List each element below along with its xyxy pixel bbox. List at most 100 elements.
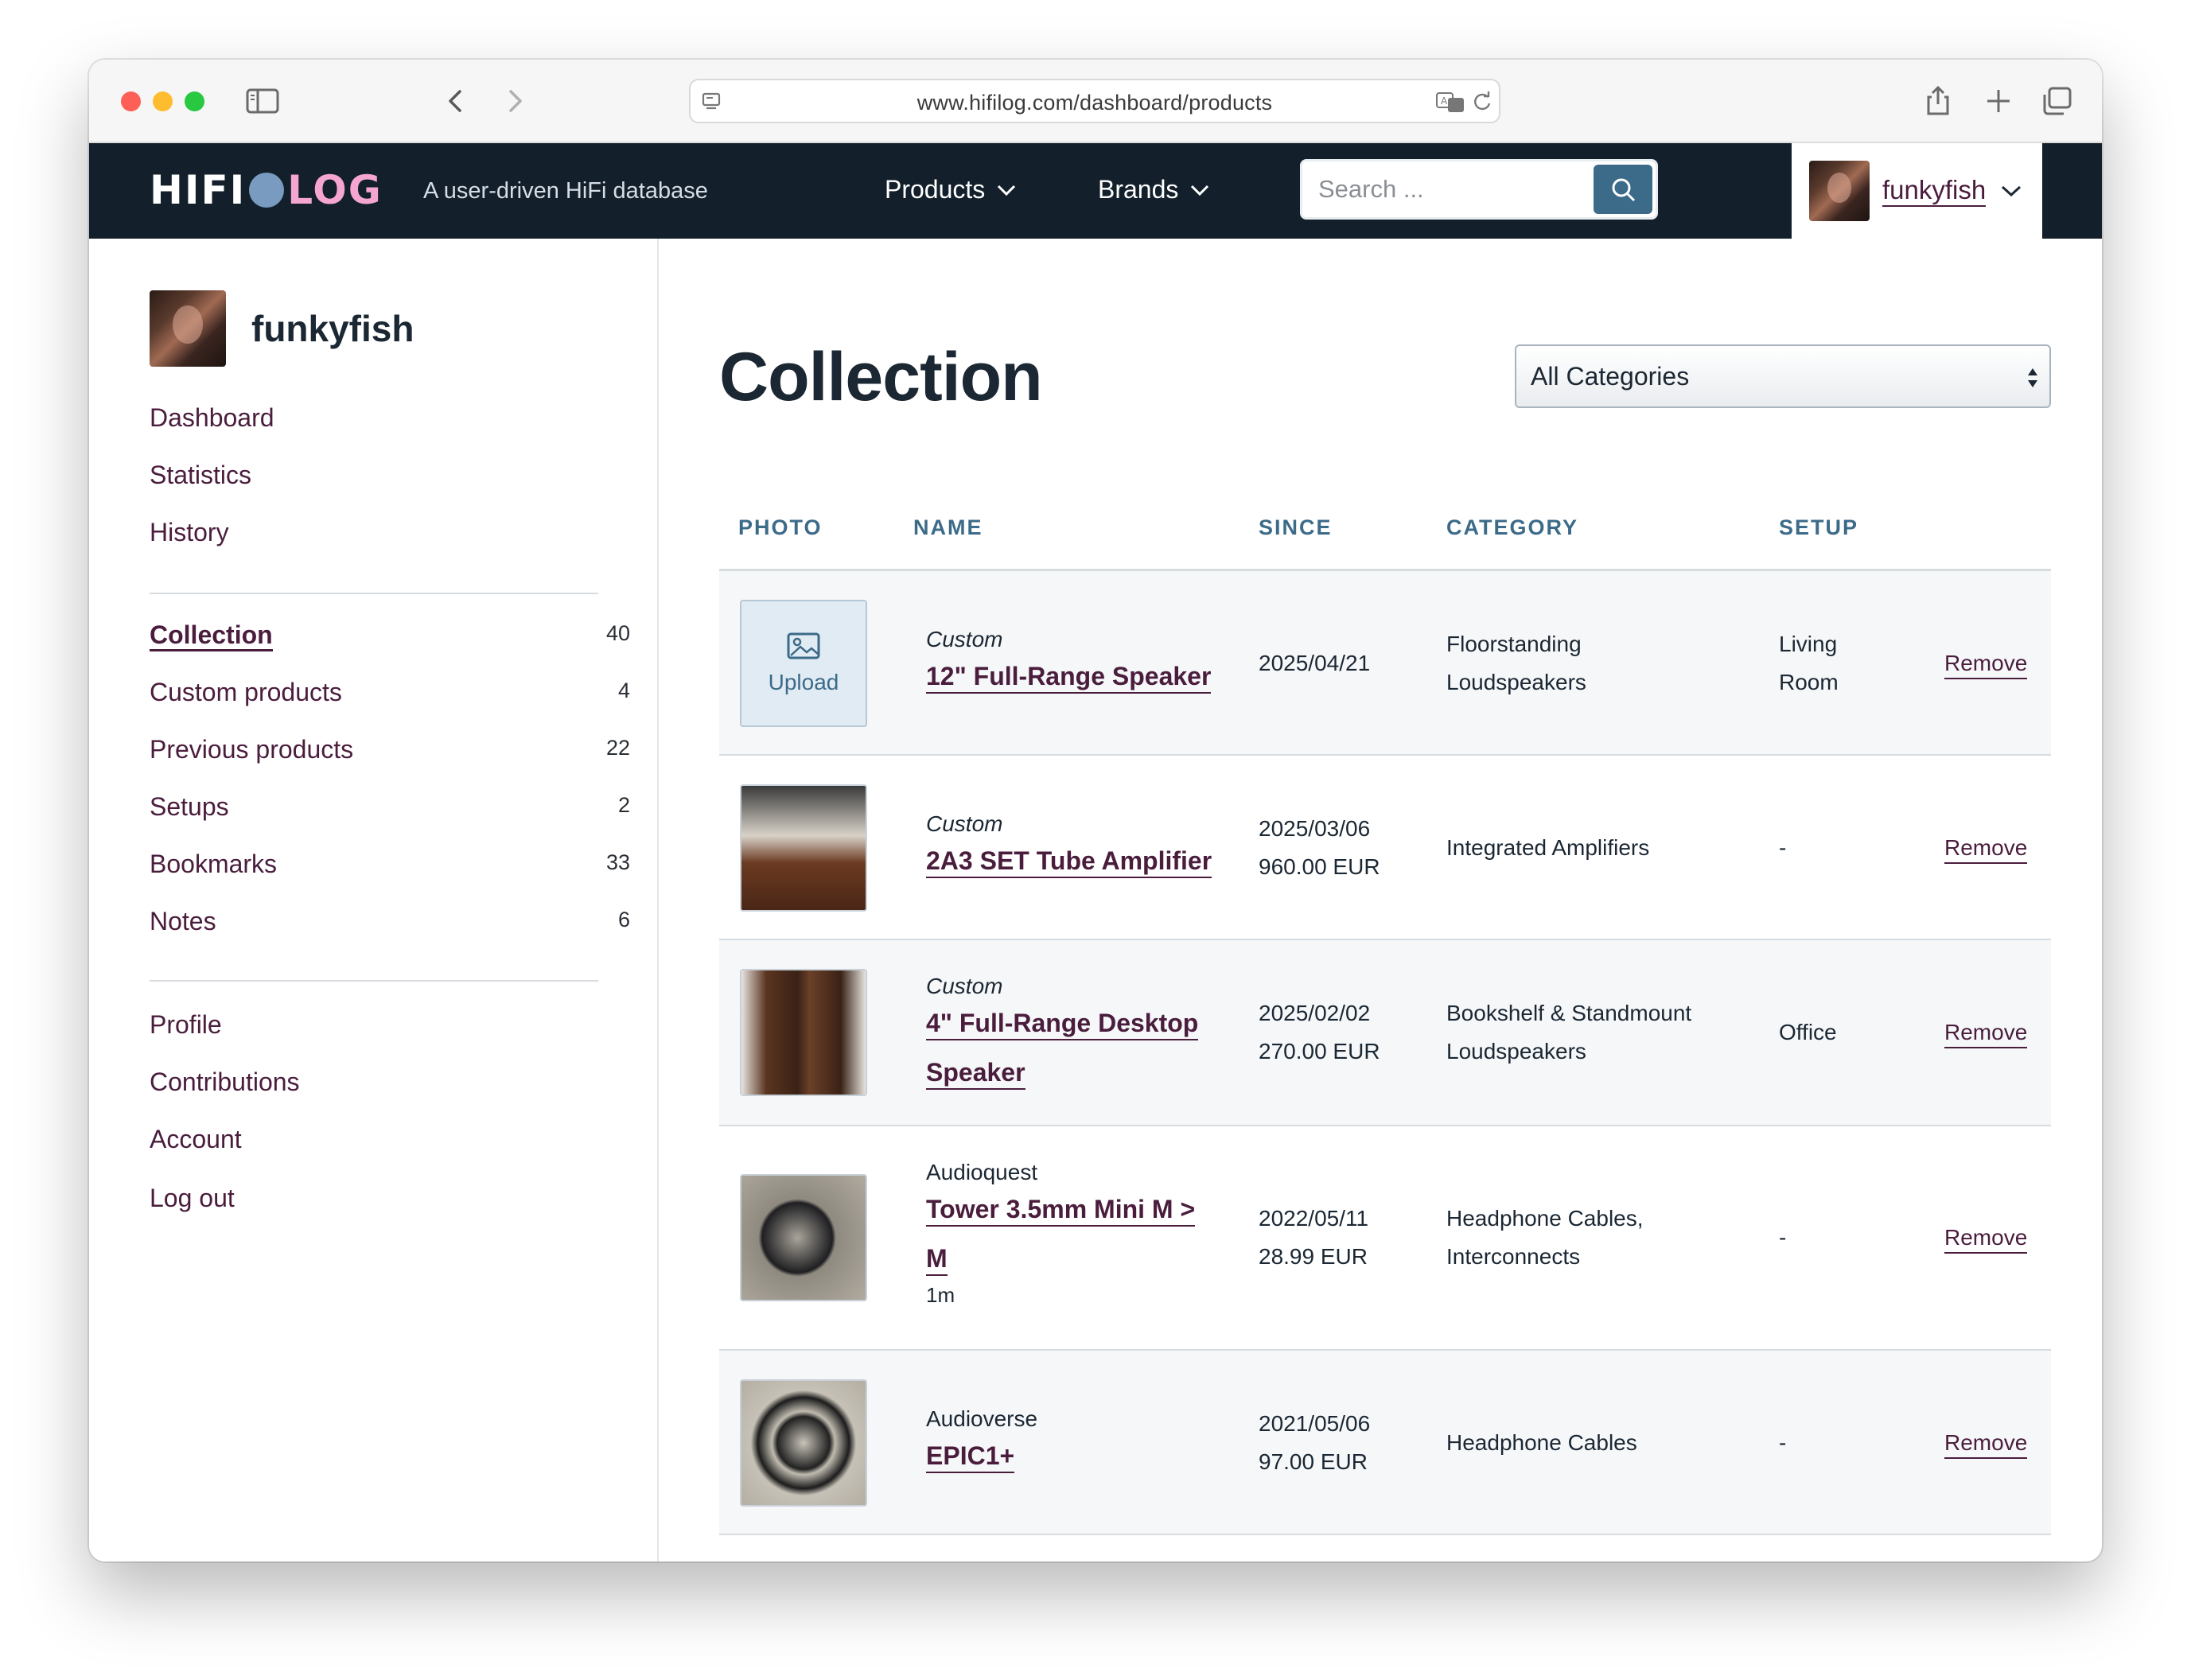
sidebar-item-custom-products[interactable]: Custom products	[150, 676, 342, 708]
sidebar-item-notes[interactable]: Notes	[150, 905, 216, 937]
hifilog-logo[interactable]: HIFI LOG	[150, 167, 383, 213]
category-cell: Floorstanding Loudspeakers	[1446, 625, 1586, 702]
main-content: Collection All Categories PHOTO NAME SIN…	[659, 239, 2102, 1561]
sidebar-item-setups[interactable]: Setups	[150, 791, 229, 822]
sidebar-count-notes: 6	[617, 908, 630, 931]
upload-photo-button[interactable]: Upload	[740, 600, 867, 727]
sidebar-item-collection[interactable]: Collection	[150, 620, 273, 651]
category-cell: Headphone Cables, Interconnects	[1446, 1200, 1644, 1276]
remove-button[interactable]: Remove	[1944, 834, 2028, 864]
sidebar-item-account[interactable]: Account	[150, 1123, 242, 1155]
since-price: 28.99 EUR	[1259, 1244, 1368, 1269]
sidebar-item-statistics[interactable]: Statistics	[150, 459, 251, 491]
address-bar[interactable]: www.hifilog.com/dashboard/products A	[689, 79, 1500, 123]
category-line: Floorstanding	[1446, 632, 1582, 656]
category-line: Headphone Cables,	[1446, 1206, 1644, 1231]
remove-button[interactable]: Remove	[1944, 649, 2028, 679]
setup-line: -	[1779, 835, 1787, 860]
brand-label: Custom	[926, 627, 1003, 651]
minimize-window-button[interactable]	[153, 91, 173, 111]
product-photo[interactable]	[740, 784, 867, 912]
product-name-cell: Custom 2A3 SET Tube Amplifier	[926, 805, 1212, 881]
category-line: Interconnects	[1446, 1244, 1581, 1269]
select-arrows-icon	[2028, 368, 2037, 387]
sidebar-item-profile[interactable]: Profile	[150, 1009, 222, 1040]
tagline: A user-driven HiFi database	[423, 178, 708, 204]
collection-table: PHOTO NAME SINCE CATEGORY SETUP Upload C…	[719, 469, 2051, 1561]
page-title: Collection	[719, 339, 1043, 415]
product-link[interactable]: 12" Full-Range Speaker	[926, 660, 1212, 694]
sidebar-count-custom-products: 4	[617, 679, 630, 702]
reload-icon[interactable]	[1470, 90, 1494, 114]
brand-label: Audioquest	[926, 1160, 1038, 1184]
sidebar-item-history[interactable]: History	[150, 516, 229, 548]
logo-record-icon	[249, 173, 285, 208]
search-box	[1300, 159, 1658, 220]
sidebar-item-contributions[interactable]: Contributions	[150, 1066, 300, 1098]
user-menu[interactable]: funkyfish	[1792, 143, 2042, 239]
sidebar-item-log-out[interactable]: Log out	[150, 1182, 235, 1214]
nav-products[interactable]: Products	[885, 175, 1017, 204]
sidebar-divider	[150, 980, 598, 982]
column-header-since: SINCE	[1259, 515, 1333, 539]
chevron-down-icon	[1191, 185, 1209, 196]
url-text: www.hifilog.com/dashboard/products	[916, 91, 1273, 115]
product-photo[interactable]	[740, 969, 867, 1096]
setup-line: -	[1779, 1225, 1787, 1250]
product-name-cell: Audioverse EPIC1+	[926, 1400, 1037, 1476]
product-link[interactable]: EPIC1+	[926, 1440, 1015, 1473]
sidebar-item-dashboard[interactable]: Dashboard	[150, 402, 274, 434]
sidebar-item-previous-products[interactable]: Previous products	[150, 733, 353, 765]
column-header-setup: SETUP	[1779, 515, 1859, 539]
category-cell: Bookshelf & Standmount Loudspeakers	[1446, 994, 1691, 1071]
column-header-photo: PHOTO	[738, 515, 823, 539]
sidebar: funkyfish Dashboard Statistics History C…	[89, 239, 659, 1561]
sidebar-count-setups: 2	[617, 793, 630, 817]
remove-button[interactable]: Remove	[1944, 1429, 2028, 1459]
translate-icon[interactable]: A	[1435, 90, 1467, 114]
sidebar-count-previous-products: 22	[605, 736, 630, 760]
category-line: Loudspeakers	[1446, 670, 1586, 694]
avatar[interactable]	[150, 290, 226, 367]
product-photo[interactable]	[740, 1379, 867, 1507]
product-photo[interactable]	[740, 1174, 867, 1301]
close-window-button[interactable]	[121, 91, 141, 111]
remove-button[interactable]: Remove	[1944, 1018, 2028, 1048]
zoom-window-button[interactable]	[185, 91, 204, 111]
product-link[interactable]: 4" Full-Range Desktop	[926, 1007, 1199, 1040]
table-row: Audioquest Tower 3.5mm Mini M > M 1m 202…	[719, 1126, 2051, 1351]
setup-line: Office	[1779, 1020, 1837, 1044]
table-header: PHOTO NAME SINCE CATEGORY SETUP	[719, 469, 2051, 571]
site-header: HIFI LOG A user-driven HiFi database Pro…	[89, 143, 2102, 239]
category-select[interactable]: All Categories	[1515, 344, 2051, 408]
image-upload-icon	[787, 632, 820, 659]
product-link[interactable]: M	[926, 1242, 948, 1276]
table-row: Audioverse EPIC1+ 2021/05/06 97.00 EUR H…	[719, 1351, 2051, 1535]
sidebar-item-bookmarks[interactable]: Bookmarks	[150, 848, 277, 880]
remove-button[interactable]: Remove	[1944, 1223, 2028, 1254]
brand-label: Custom	[926, 974, 1003, 998]
setup-cell: Living Room	[1779, 625, 1839, 702]
nav-brands-label: Brands	[1098, 175, 1179, 204]
product-link[interactable]: 2A3 SET Tube Amplifier	[926, 845, 1212, 878]
share-icon[interactable]	[1921, 85, 1956, 117]
category-line: Bookshelf & Standmount	[1446, 1001, 1692, 1025]
category-line: Integrated Amplifiers	[1446, 835, 1650, 860]
search-input[interactable]	[1302, 161, 1589, 217]
chevron-down-icon	[2002, 185, 2022, 197]
new-tab-plus-icon[interactable]	[1981, 85, 2016, 117]
tab-overview-icon[interactable]	[2040, 85, 2075, 117]
nav-brands[interactable]: Brands	[1098, 175, 1210, 204]
setup-line: Living	[1779, 632, 1838, 656]
product-link[interactable]: Tower 3.5mm Mini M >	[926, 1193, 1196, 1227]
table-row: Custom 2A3 SET Tube Amplifier 2025/03/06…	[719, 756, 2051, 940]
svg-text:A: A	[1441, 95, 1448, 107]
column-header-name: NAME	[913, 515, 983, 539]
sidebar-toggle-icon[interactable]	[245, 85, 280, 117]
forward-arrow-icon[interactable]	[496, 85, 531, 117]
search-button[interactable]	[1594, 165, 1652, 214]
category-line: Headphone Cables	[1446, 1430, 1637, 1455]
avatar	[1809, 161, 1870, 221]
product-link[interactable]: Speaker	[926, 1056, 1025, 1090]
back-arrow-icon[interactable]	[439, 85, 474, 117]
